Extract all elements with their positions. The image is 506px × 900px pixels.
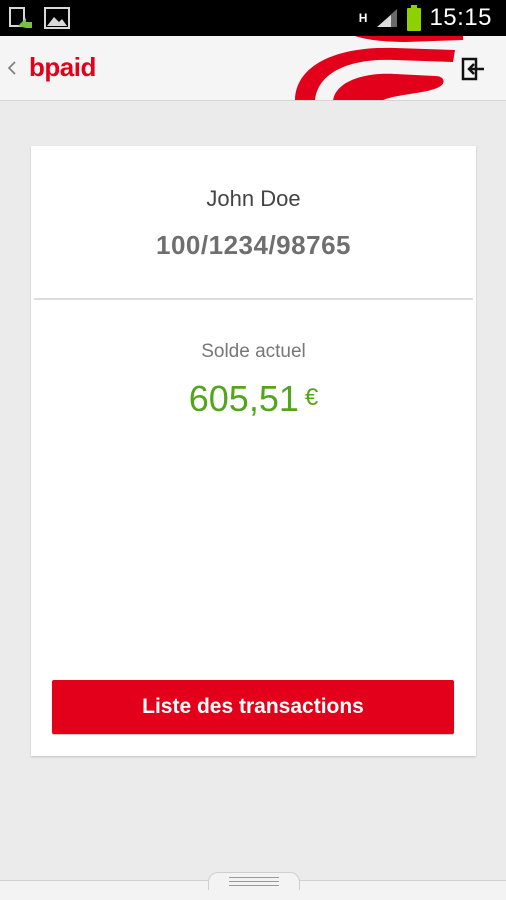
grip-line <box>229 881 279 882</box>
balance-amount: 605,51 <box>188 378 299 419</box>
grip-line <box>229 877 279 878</box>
status-bar: H 15:15 <box>0 0 506 36</box>
clock: 15:15 <box>429 4 492 31</box>
bpost-logo <box>285 36 465 100</box>
divider <box>34 298 473 300</box>
balance-label: Solde actuel <box>201 341 306 362</box>
grip-line <box>229 885 279 886</box>
account-holder-name: John Doe <box>206 186 301 211</box>
balance-value: 605,51 € <box>31 378 476 420</box>
app-bar: bpaid <box>0 36 506 101</box>
signal-icon <box>375 7 399 29</box>
account-card: John Doe 100/1234/98765 Solde actuel 605… <box>31 146 476 756</box>
account-number: 100/1234/98765 <box>156 230 351 260</box>
logout-icon[interactable] <box>458 54 488 84</box>
image-notification-icon <box>44 7 70 29</box>
upload-notification-icon <box>8 6 34 30</box>
network-type-label: H <box>358 11 368 25</box>
network-h-icon: H <box>358 11 368 25</box>
chevron-left-icon[interactable] <box>6 54 20 82</box>
battery-icon <box>407 5 422 31</box>
system-status-icons: H 15:15 <box>359 0 492 36</box>
balance-currency: € <box>304 384 319 411</box>
app-title[interactable]: bpaid <box>29 52 96 83</box>
transactions-list-button[interactable]: Liste des transactions <box>52 680 454 734</box>
notification-icons <box>0 6 70 30</box>
drawer-handle[interactable] <box>208 872 300 890</box>
